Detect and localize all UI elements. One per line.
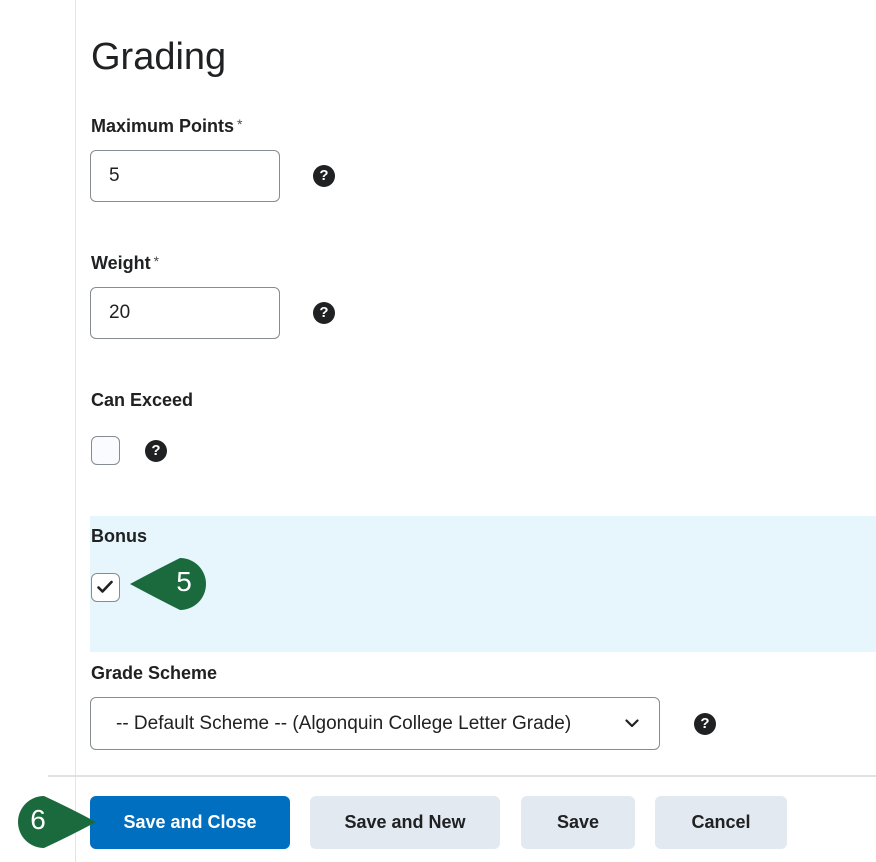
grade-scheme-select[interactable]: -- Default Scheme -- (Algonquin College … [90,697,660,750]
footer-divider [48,775,876,777]
save-and-close-button[interactable]: Save and Close [90,796,290,849]
help-icon[interactable]: ? [313,302,335,324]
step-callout-6: 6 [30,804,46,835]
cancel-button[interactable]: Cancel [655,796,787,849]
can-exceed-label: Can Exceed [91,390,194,410]
grade-scheme-label: Grade Scheme [91,663,218,683]
checkmark-icon [97,580,113,593]
grade-scheme-selected-value: -- Default Scheme -- (Algonquin College … [116,713,572,734]
required-asterisk: * [237,116,243,132]
save-button[interactable]: Save [521,796,635,849]
section-title: Grading [91,36,227,78]
step-callout-5: 5 [176,566,192,597]
weight-input[interactable] [90,287,280,339]
help-icon[interactable]: ? [313,165,335,187]
chevron-down-icon [625,719,639,728]
weight-label: Weight * [91,253,160,273]
max-points-label: Maximum Points * [91,116,243,136]
bonus-checkbox[interactable] [91,573,120,602]
bonus-label: Bonus [91,526,147,546]
can-exceed-checkbox[interactable] [91,436,120,465]
required-asterisk: * [153,253,160,269]
save-and-new-button[interactable]: Save and New [310,796,500,849]
max-points-input[interactable] [90,150,280,202]
help-icon[interactable]: ? [145,440,167,462]
help-icon[interactable]: ? [694,713,716,735]
content-left-border [75,0,76,862]
